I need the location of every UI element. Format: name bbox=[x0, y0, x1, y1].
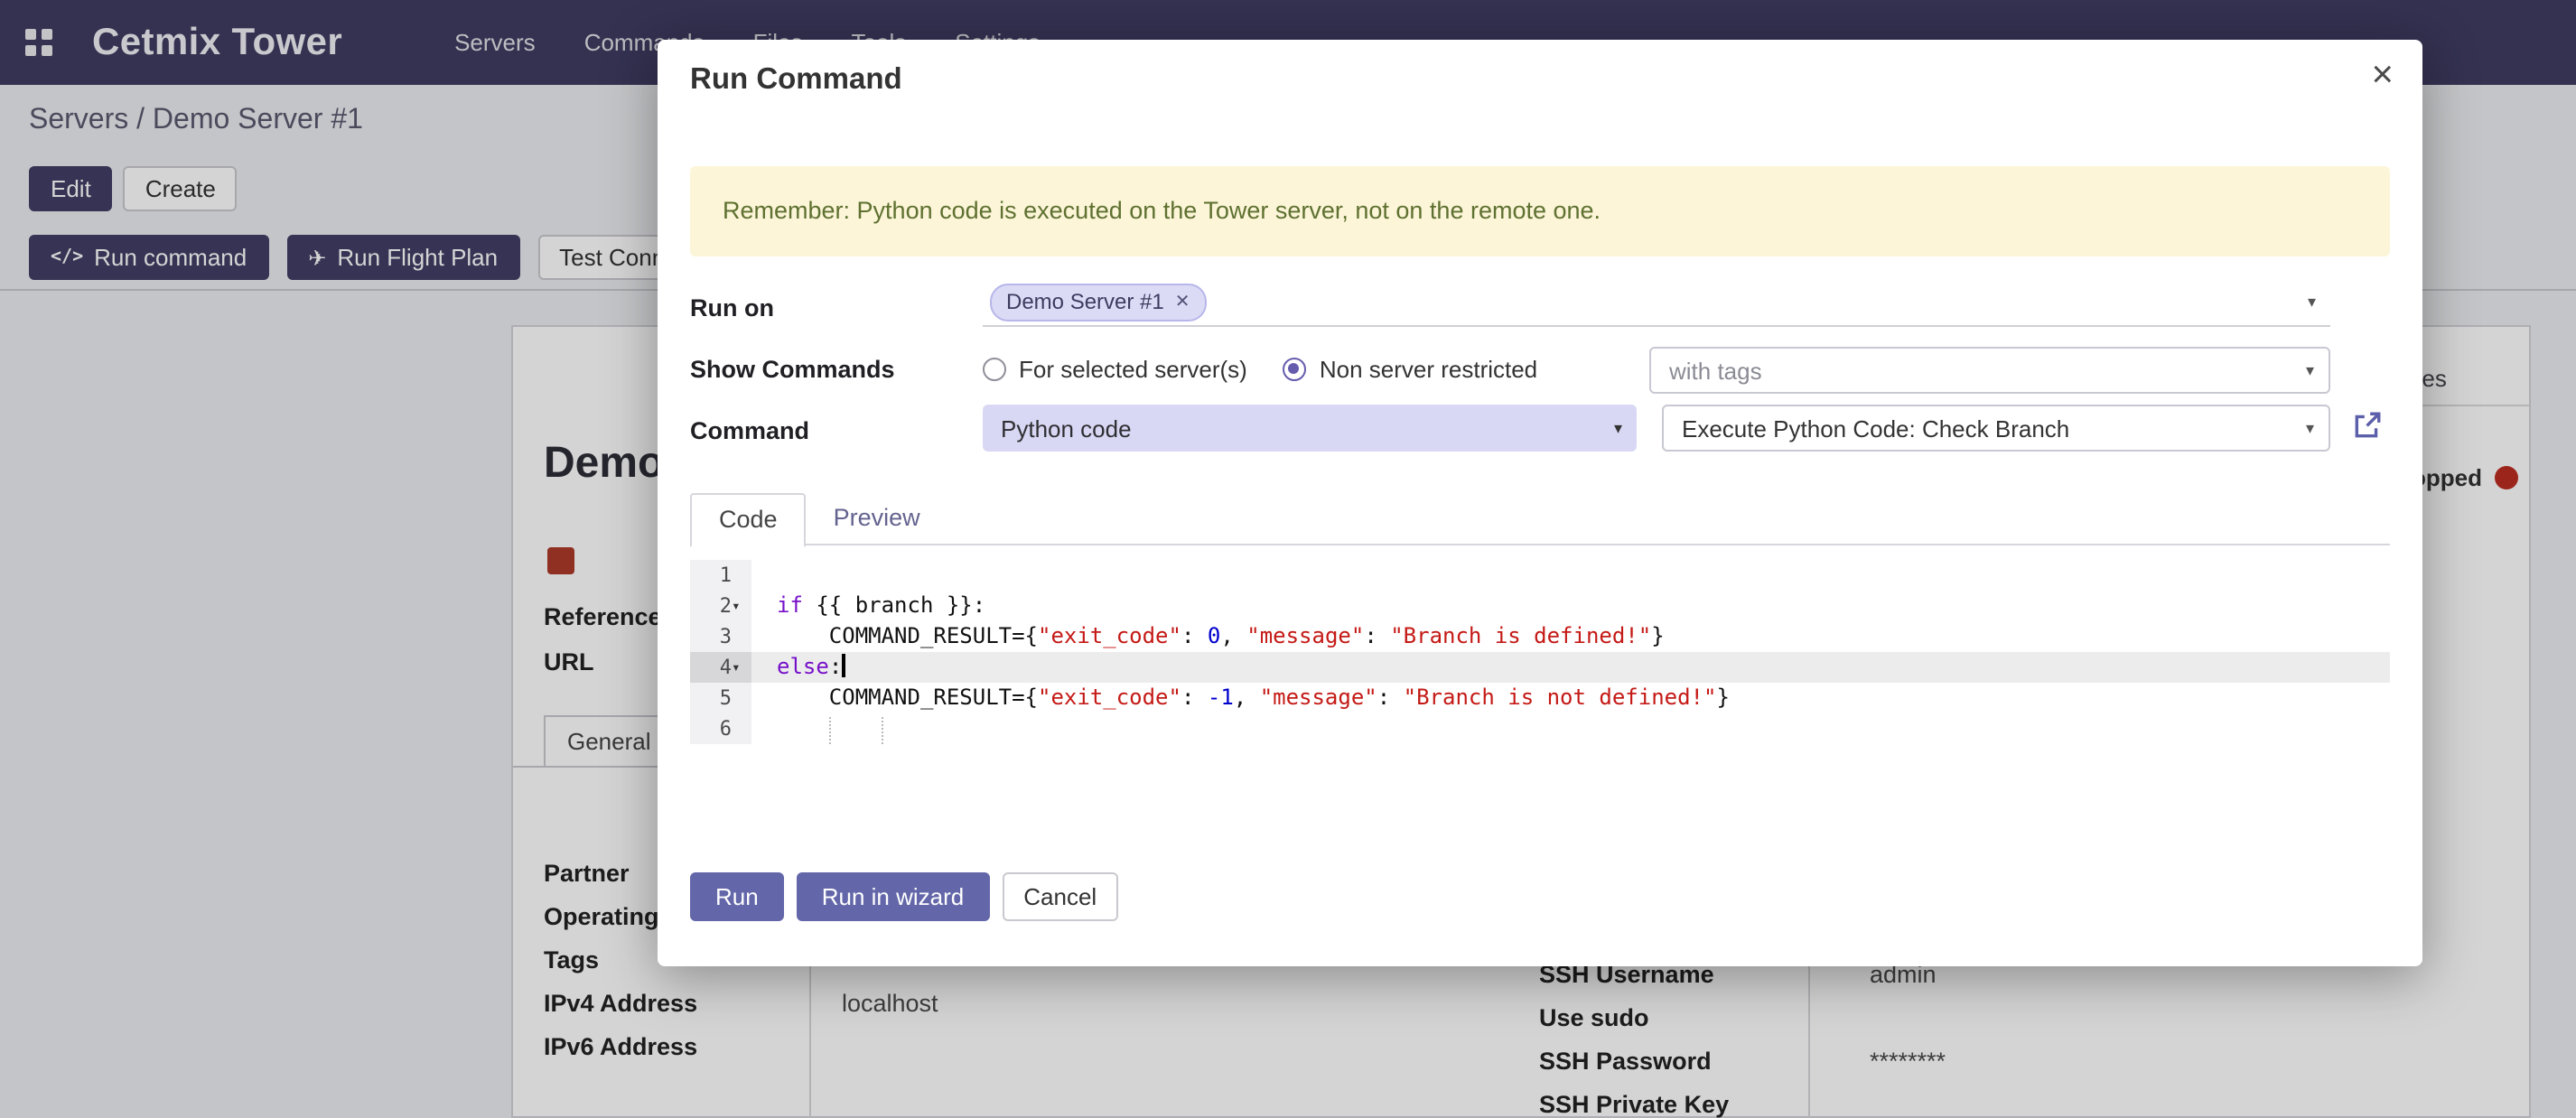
editor-gutter: 2▾ bbox=[690, 591, 751, 621]
line-number: 1 bbox=[720, 560, 732, 591]
line-number: 3 bbox=[720, 621, 732, 652]
show-commands-radios: For selected server(s) Non server restric… bbox=[983, 347, 1537, 392]
code-line-content[interactable]: else: bbox=[751, 652, 2390, 683]
modal-title: Run Command bbox=[690, 63, 902, 98]
radio-option[interactable]: Non server restricted bbox=[1283, 356, 1537, 383]
screen: Cetmix Tower ServersCommandsFilesToolsSe… bbox=[0, 0, 2576, 1118]
run-in-wizard-button[interactable]: Run in wizard bbox=[797, 872, 990, 921]
code-token: "exit_code" bbox=[1038, 623, 1181, 648]
radio-label: Non server restricted bbox=[1320, 356, 1537, 383]
indent-guide bbox=[829, 717, 831, 744]
code-token: : bbox=[1181, 685, 1208, 710]
code-token: } bbox=[1651, 623, 1664, 648]
python-warning-alert: Remember: Python code is executed on the… bbox=[690, 166, 2390, 256]
command-type-select[interactable]: Python code ▾ bbox=[983, 405, 1637, 452]
editor-line-2[interactable]: 2▾if {{ branch }}: bbox=[690, 591, 2390, 621]
server-tag-label: Demo Server #1 bbox=[1006, 289, 1164, 314]
code-line-content[interactable]: if {{ branch }}: bbox=[751, 591, 2390, 621]
code-line-content[interactable]: COMMAND_RESULT={"exit_code": 0, "message… bbox=[751, 621, 2390, 652]
editor-line-6[interactable]: 6 bbox=[690, 713, 2390, 744]
editor-line-3[interactable]: 3 COMMAND_RESULT={"exit_code": 0, "messa… bbox=[690, 621, 2390, 652]
code-token: "Branch is defined!" bbox=[1390, 623, 1651, 648]
chevron-down-icon: ▾ bbox=[2306, 360, 2329, 380]
radio-circle[interactable] bbox=[1283, 358, 1307, 381]
chevron-down-icon: ▾ bbox=[1614, 418, 1637, 438]
code-preview-tabs: CodePreview bbox=[690, 493, 947, 547]
code-token: "exit_code" bbox=[1038, 685, 1181, 710]
text-cursor bbox=[842, 654, 845, 677]
code-token: "message" bbox=[1260, 685, 1377, 710]
code-token: : bbox=[1377, 685, 1404, 710]
command-value: Execute Python Code: Check Branch bbox=[1664, 415, 2306, 442]
command-type-value: Python code bbox=[983, 415, 1614, 442]
run-on-field[interactable]: Demo Server #1 ✕ ▾ bbox=[983, 278, 2330, 327]
chevron-down-icon: ▾ bbox=[2306, 418, 2329, 438]
code-token: : bbox=[829, 654, 842, 679]
modal-footer: Run Run in wizard Cancel bbox=[690, 872, 1118, 921]
editor-gutter: 1 bbox=[690, 560, 751, 591]
code-token: -1 bbox=[1208, 685, 1234, 710]
chevron-down-icon: ▾ bbox=[2308, 292, 2330, 312]
editor-line-4[interactable]: 4▾else: bbox=[690, 652, 2390, 683]
line-number: 4 bbox=[720, 652, 732, 683]
editor-gutter: 5 bbox=[690, 683, 751, 713]
radio-label: For selected server(s) bbox=[1019, 356, 1247, 383]
radio-option[interactable]: For selected server(s) bbox=[983, 356, 1247, 383]
show-commands-label: Show Commands bbox=[690, 356, 895, 383]
code-token: COMMAND_RESULT={ bbox=[777, 623, 1038, 648]
tab-code[interactable]: Code bbox=[690, 493, 807, 547]
command-select[interactable]: Execute Python Code: Check Branch ▾ bbox=[1662, 405, 2330, 452]
code-editor[interactable]: 12▾if {{ branch }}:3 COMMAND_RESULT={"ex… bbox=[690, 560, 2390, 744]
code-line-content[interactable]: COMMAND_RESULT={"exit_code": -1, "messag… bbox=[751, 683, 2390, 713]
code-token: "message" bbox=[1246, 623, 1364, 648]
editor-gutter: 4▾ bbox=[690, 652, 751, 683]
line-number: 2 bbox=[720, 591, 732, 621]
indent-guide bbox=[882, 717, 883, 744]
line-number: 6 bbox=[720, 713, 732, 744]
close-icon[interactable]: × bbox=[2371, 54, 2394, 98]
code-token: : bbox=[1181, 623, 1208, 648]
command-label: Command bbox=[690, 417, 809, 444]
line-number: 5 bbox=[720, 683, 732, 713]
code-line-content[interactable] bbox=[751, 560, 2390, 591]
fold-arrow-icon: ▾ bbox=[732, 652, 751, 683]
run-command-modal: Run Command × Remember: Python code is e… bbox=[658, 40, 2422, 966]
code-token: if bbox=[777, 592, 803, 618]
code-token: {{ branch }}: bbox=[803, 592, 985, 618]
run-on-label: Run on bbox=[690, 294, 774, 321]
radio-circle[interactable] bbox=[983, 358, 1006, 381]
run-button[interactable]: Run bbox=[690, 872, 784, 921]
with-tags-select[interactable]: with tags ▾ bbox=[1649, 347, 2330, 394]
editor-gutter: 6 bbox=[690, 713, 751, 744]
external-link-icon[interactable] bbox=[2352, 410, 2383, 441]
code-token: : bbox=[1364, 623, 1390, 648]
cancel-button[interactable]: Cancel bbox=[1002, 872, 1118, 921]
code-token: "Branch is not defined!" bbox=[1404, 685, 1717, 710]
with-tags-placeholder: with tags bbox=[1651, 357, 2306, 384]
editor-line-5[interactable]: 5 COMMAND_RESULT={"exit_code": -1, "mess… bbox=[690, 683, 2390, 713]
code-token: , bbox=[1220, 623, 1246, 648]
code-token: COMMAND_RESULT={ bbox=[777, 685, 1038, 710]
remove-tag-icon[interactable]: ✕ bbox=[1175, 292, 1190, 312]
code-token: 0 bbox=[1208, 623, 1220, 648]
code-token: , bbox=[1234, 685, 1260, 710]
editor-line-1[interactable]: 1 bbox=[690, 560, 2390, 591]
code-token: } bbox=[1716, 685, 1729, 710]
code-token: else bbox=[777, 654, 829, 679]
fold-arrow-icon: ▾ bbox=[732, 591, 751, 621]
tab-preview[interactable]: Preview bbox=[807, 493, 947, 544]
server-tag[interactable]: Demo Server #1 ✕ bbox=[990, 283, 1207, 321]
editor-gutter: 3 bbox=[690, 621, 751, 652]
code-line-content[interactable] bbox=[751, 713, 2390, 744]
